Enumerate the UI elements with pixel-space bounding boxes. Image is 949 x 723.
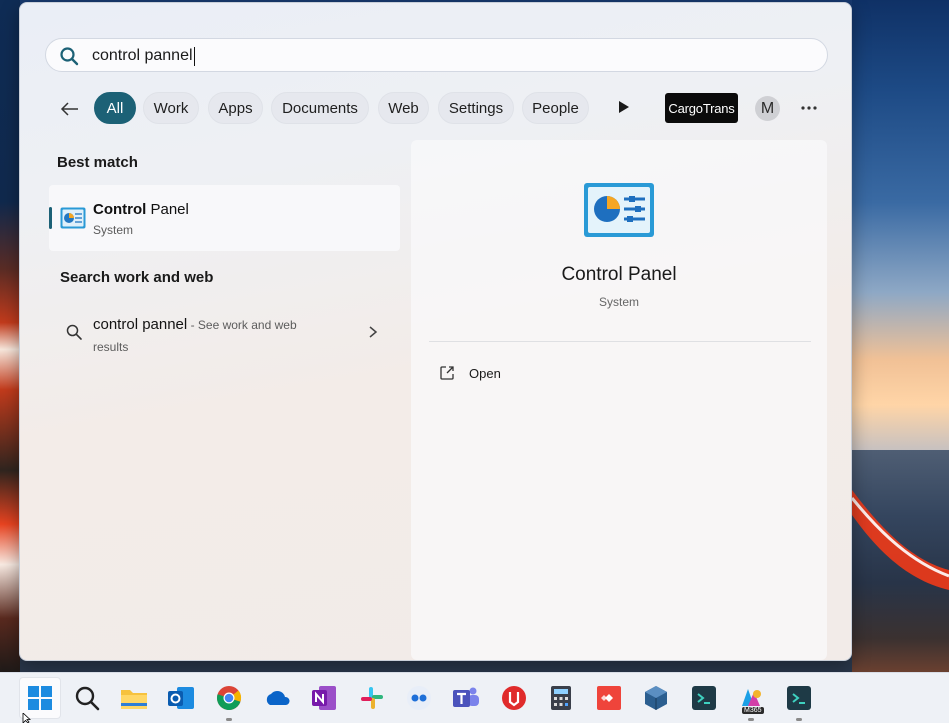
- open-external-icon: [440, 366, 454, 380]
- desktop-wallpaper-left: [0, 0, 20, 672]
- divider: [429, 341, 811, 342]
- chip-label: Apps: [218, 99, 253, 117]
- slack-icon: [361, 687, 383, 709]
- best-match-name: Control Panel: [93, 201, 189, 218]
- search-query: control pannel: [92, 47, 193, 64]
- onenote-icon: [312, 686, 336, 710]
- terminal-app-icon: [692, 686, 716, 710]
- user-avatar[interactable]: M: [755, 96, 780, 121]
- web-result-hint: - See work and web: [187, 318, 297, 332]
- taskbar-chrome[interactable]: [214, 683, 244, 713]
- web-result-hint-line2: results: [93, 340, 129, 354]
- m365-badge: M365: [742, 707, 764, 714]
- search-icon: [75, 686, 100, 711]
- download-app-icon: [502, 686, 526, 710]
- selection-indicator: [49, 207, 52, 229]
- best-match-category: System: [93, 223, 134, 237]
- running-indicator: [796, 718, 802, 721]
- dots-app-icon: [407, 686, 431, 710]
- taskbar-file-explorer[interactable]: [119, 683, 149, 713]
- anydesk-icon: [597, 686, 621, 710]
- open-action[interactable]: Open: [439, 362, 501, 384]
- chip-label: Web: [388, 99, 419, 117]
- chip-label: Settings: [448, 99, 504, 117]
- chip-label: Documents: [282, 99, 358, 117]
- virtualbox-icon: [645, 686, 667, 710]
- outlook-icon: [168, 687, 194, 709]
- ellipsis-icon: [801, 106, 817, 110]
- start-button[interactable]: [25, 683, 55, 713]
- taskbar-virtualbox[interactable]: [641, 683, 671, 713]
- control-panel-icon: [584, 183, 654, 237]
- web-result-text: control pannel - See work and web result…: [93, 314, 333, 358]
- back-button[interactable]: [56, 95, 84, 123]
- web-search-result[interactable]: control pannel - See work and web result…: [49, 308, 400, 356]
- detail-title: Control Panel: [561, 264, 677, 285]
- more-filters-play-icon[interactable]: [617, 99, 631, 115]
- running-indicator: [748, 718, 754, 721]
- running-indicator: [226, 718, 232, 721]
- filter-chip-work[interactable]: Work: [143, 92, 199, 124]
- chrome-icon: [216, 686, 242, 711]
- onedrive-icon: [266, 690, 290, 705]
- org-badge-cargotrans[interactable]: CargoTrans: [665, 93, 738, 123]
- taskbar: M365: [0, 672, 949, 723]
- open-action-label: Open: [469, 365, 501, 381]
- detail-subtitle: System: [598, 295, 639, 309]
- teams-icon: [453, 687, 479, 707]
- name-bold-part: Control: [93, 201, 147, 218]
- folder-icon: [121, 690, 147, 709]
- taskbar-terminal-app-2[interactable]: [784, 683, 814, 713]
- avatar-initial: M: [760, 99, 775, 117]
- text-caret: [193, 46, 195, 66]
- chevron-right-icon[interactable]: [367, 324, 379, 340]
- calculator-icon: [551, 686, 571, 710]
- search-icon: [66, 324, 82, 340]
- best-match-result[interactable]: Control Panel System: [49, 185, 400, 251]
- chip-label: All: [106, 99, 124, 117]
- wallpaper-ribbon: [852, 490, 949, 590]
- taskbar-outlook[interactable]: [166, 683, 196, 713]
- search-input[interactable]: control pannel: [92, 46, 195, 66]
- chip-label: People: [532, 99, 579, 117]
- taskbar-anydesk[interactable]: [594, 683, 624, 713]
- name-rest-part: Panel: [146, 201, 189, 218]
- taskbar-teams[interactable]: [451, 683, 481, 713]
- taskbar-search-button[interactable]: [72, 683, 102, 713]
- search-icon: [60, 47, 79, 66]
- control-panel-icon: [60, 207, 86, 229]
- filter-chip-web[interactable]: Web: [378, 92, 429, 124]
- start-search-panel: control pannel All Work Apps Documents W…: [19, 2, 852, 661]
- windows-start-icon: [28, 686, 52, 710]
- taskbar-slack[interactable]: [357, 683, 387, 713]
- taskbar-terminal-app[interactable]: [689, 683, 719, 713]
- web-section-heading: Search work and web: [60, 269, 214, 286]
- filter-chip-all[interactable]: All: [94, 92, 136, 124]
- desktop-wallpaper-sky: [852, 0, 949, 450]
- taskbar-calculator[interactable]: [546, 683, 576, 713]
- best-match-heading: Best match: [57, 154, 138, 171]
- result-detail-pane: Control Panel System Open: [411, 140, 827, 660]
- taskbar-download-app[interactable]: [499, 683, 529, 713]
- filter-chip-settings[interactable]: Settings: [438, 92, 514, 124]
- filter-chip-people[interactable]: People: [522, 92, 589, 124]
- taskbar-dots-app[interactable]: [404, 683, 434, 713]
- terminal-app-icon: [787, 686, 811, 710]
- search-box[interactable]: control pannel: [45, 38, 828, 72]
- mouse-cursor-icon: [22, 713, 32, 723]
- org-label: CargoTrans: [668, 100, 735, 116]
- chip-label: Work: [153, 99, 189, 117]
- filter-chip-apps[interactable]: Apps: [208, 92, 263, 124]
- filter-chip-documents[interactable]: Documents: [271, 92, 369, 124]
- taskbar-onenote[interactable]: [309, 683, 339, 713]
- web-result-query: control pannel: [93, 316, 188, 333]
- arrow-left-icon: [60, 102, 78, 116]
- more-options-button[interactable]: [798, 99, 820, 117]
- taskbar-onedrive[interactable]: [262, 683, 292, 713]
